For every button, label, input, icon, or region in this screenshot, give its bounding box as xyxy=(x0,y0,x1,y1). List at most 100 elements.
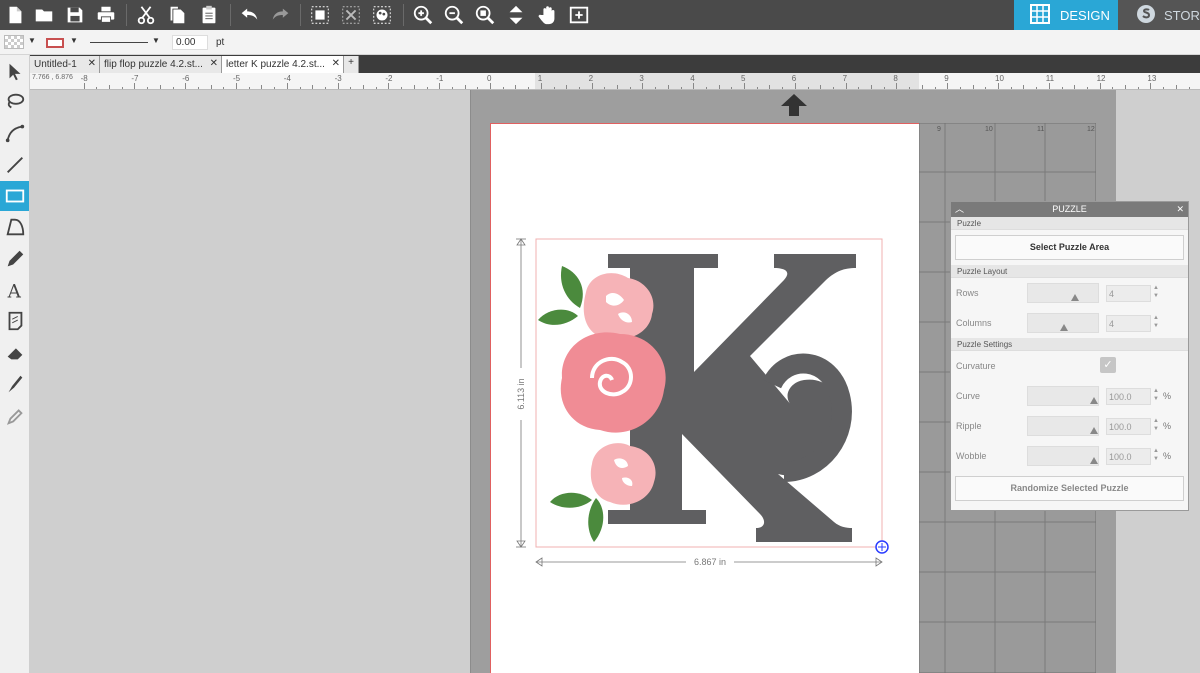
fill-pattern-swatch[interactable] xyxy=(4,35,24,49)
close-icon[interactable]: ✕ xyxy=(1176,202,1184,217)
slider-thumb[interactable] xyxy=(1060,324,1068,331)
ruler-label: -4 xyxy=(283,74,291,83)
ruler-label: 8 xyxy=(893,74,898,83)
ruler-label: -1 xyxy=(436,74,444,83)
store-logo-icon xyxy=(1136,4,1156,27)
ruler-label: -2 xyxy=(385,74,393,83)
tab-document[interactable]: Untitled-1 ✕ xyxy=(30,56,100,73)
add-page-icon[interactable] xyxy=(564,0,594,30)
open-folder-icon[interactable] xyxy=(29,0,59,30)
print-icon[interactable] xyxy=(91,0,121,30)
redo-icon[interactable] xyxy=(266,0,296,30)
puzzle-panel: ︿ PUZZLE ✕ Puzzle Select Puzzle Area Puz… xyxy=(950,201,1189,511)
tab-document-label: flip flop puzzle 4.2.st... xyxy=(104,59,203,70)
slider-thumb[interactable] xyxy=(1070,294,1079,301)
ungroup-icon[interactable] xyxy=(336,0,366,30)
group-icon[interactable] xyxy=(305,0,335,30)
close-icon[interactable]: ✕ xyxy=(210,58,218,69)
ruler-label: 0 xyxy=(487,74,492,83)
section-puzzle-settings: Puzzle Settings xyxy=(951,338,1188,351)
ruler-label: 9 xyxy=(944,74,949,83)
slider-thumb[interactable] xyxy=(1090,397,1098,404)
line-color-swatch[interactable] xyxy=(46,38,64,48)
lasso-icon[interactable] xyxy=(0,87,29,117)
zoom-in-icon[interactable] xyxy=(408,0,438,30)
columns-input[interactable]: 4 xyxy=(1106,315,1151,332)
close-icon[interactable]: ✕ xyxy=(88,58,96,69)
randomize-puzzle-button[interactable]: Randomize Selected Puzzle xyxy=(955,476,1184,501)
ripple-slider[interactable] xyxy=(1027,416,1099,436)
stepper-icon[interactable]: ▲ ▼ xyxy=(1153,387,1159,403)
collapse-chevron-icon[interactable]: ︿ xyxy=(955,202,964,217)
stepper-icon[interactable]: ▲ ▼ xyxy=(1153,314,1159,330)
wobble-slider[interactable] xyxy=(1027,446,1099,466)
tab-document-active[interactable]: letter K puzzle 4.2.st... ✕ xyxy=(222,56,344,73)
knife-icon[interactable] xyxy=(0,369,29,399)
rows-input[interactable]: 4 xyxy=(1106,285,1151,302)
svg-text:A: A xyxy=(6,281,21,301)
pencil-icon[interactable] xyxy=(0,244,29,274)
pan-hand-icon[interactable] xyxy=(533,0,563,30)
main-toolbar: DESIGN STORE xyxy=(0,0,1200,30)
eyedropper-icon[interactable] xyxy=(0,400,29,430)
cut-icon[interactable] xyxy=(131,0,161,30)
mat-grid-label: 9 xyxy=(937,126,941,133)
fill-panel-icon[interactable] xyxy=(367,0,397,30)
line-width-input[interactable]: 0.00 xyxy=(172,35,208,50)
text-tool-icon[interactable]: A xyxy=(0,275,29,305)
height-dimension-label: 6.113 in xyxy=(516,378,526,409)
edit-points-icon[interactable] xyxy=(0,118,29,148)
fit-to-page-icon[interactable] xyxy=(501,0,531,30)
chevron-down-icon[interactable]: ▼ xyxy=(152,36,160,45)
wobble-input[interactable]: 100.0 xyxy=(1106,448,1151,465)
rectangle-tool-icon[interactable] xyxy=(0,181,29,211)
copy-icon[interactable] xyxy=(162,0,192,30)
wobble-row: Wobble 100.0 ▲ ▼ % xyxy=(951,441,1188,471)
curve-input[interactable]: 100.0 xyxy=(1106,388,1151,405)
rows-slider[interactable] xyxy=(1027,283,1099,303)
ruler-label: -5 xyxy=(233,74,241,83)
tab-store[interactable]: STORE xyxy=(1118,0,1200,30)
percent-unit: % xyxy=(1163,391,1172,401)
slider-thumb[interactable] xyxy=(1090,457,1098,464)
save-icon[interactable] xyxy=(60,0,90,30)
stepper-icon[interactable]: ▲ ▼ xyxy=(1153,417,1159,433)
paste-icon[interactable] xyxy=(194,0,224,30)
chevron-down-icon[interactable]: ▼ xyxy=(70,36,78,45)
ripple-input[interactable]: 100.0 xyxy=(1106,418,1151,435)
zoom-out-icon[interactable] xyxy=(439,0,469,30)
undo-icon[interactable] xyxy=(234,0,264,30)
stepper-icon[interactable]: ▲ ▼ xyxy=(1153,447,1159,463)
close-icon[interactable]: ✕ xyxy=(332,58,340,69)
eraser-icon[interactable] xyxy=(0,338,29,368)
zoom-selected-icon[interactable] xyxy=(470,0,500,30)
line-tool-icon[interactable] xyxy=(0,150,29,180)
curve-slider[interactable] xyxy=(1027,386,1099,406)
tab-design-label: DESIGN xyxy=(1060,7,1110,23)
ruler-label: 3 xyxy=(639,74,644,83)
design-selection[interactable]: 6.867 in 6.113 in xyxy=(510,232,890,572)
polygon-tool-icon[interactable] xyxy=(0,212,29,242)
curvature-row: Curvature ✓ xyxy=(951,351,1188,381)
new-file-icon[interactable] xyxy=(0,0,30,30)
columns-slider[interactable] xyxy=(1027,313,1099,333)
add-tab-button[interactable]: + xyxy=(344,56,359,73)
slider-thumb[interactable] xyxy=(1090,427,1098,434)
curvature-checkbox[interactable]: ✓ xyxy=(1100,357,1116,373)
tab-document[interactable]: flip flop puzzle 4.2.st... ✕ xyxy=(100,56,222,73)
line-style-selector[interactable] xyxy=(90,42,148,43)
cursor-coordinates: 7.766 , 6.876 xyxy=(32,74,73,81)
mat-grid-label: 12 xyxy=(1087,126,1095,133)
width-dimension-label: 6.867 in xyxy=(694,557,726,567)
line-options-bar: ▼ ▼ ▼ 0.00 pt xyxy=(0,30,1200,55)
sketch-icon[interactable] xyxy=(0,306,29,336)
tab-design[interactable]: DESIGN xyxy=(1014,0,1118,30)
chevron-down-icon[interactable]: ▼ xyxy=(28,36,36,45)
select-arrow-icon[interactable] xyxy=(0,57,29,87)
select-puzzle-area-button[interactable]: Select Puzzle Area xyxy=(955,235,1184,260)
app-window: DESIGN STORE ▼ ▼ ▼ 0.00 pt Untitled-1 ✕ … xyxy=(0,0,1200,673)
ruler-label: -8 xyxy=(80,74,88,83)
rose-group xyxy=(560,273,666,505)
ruler-label: 7 xyxy=(842,74,848,83)
stepper-icon[interactable]: ▲ ▼ xyxy=(1153,284,1159,300)
